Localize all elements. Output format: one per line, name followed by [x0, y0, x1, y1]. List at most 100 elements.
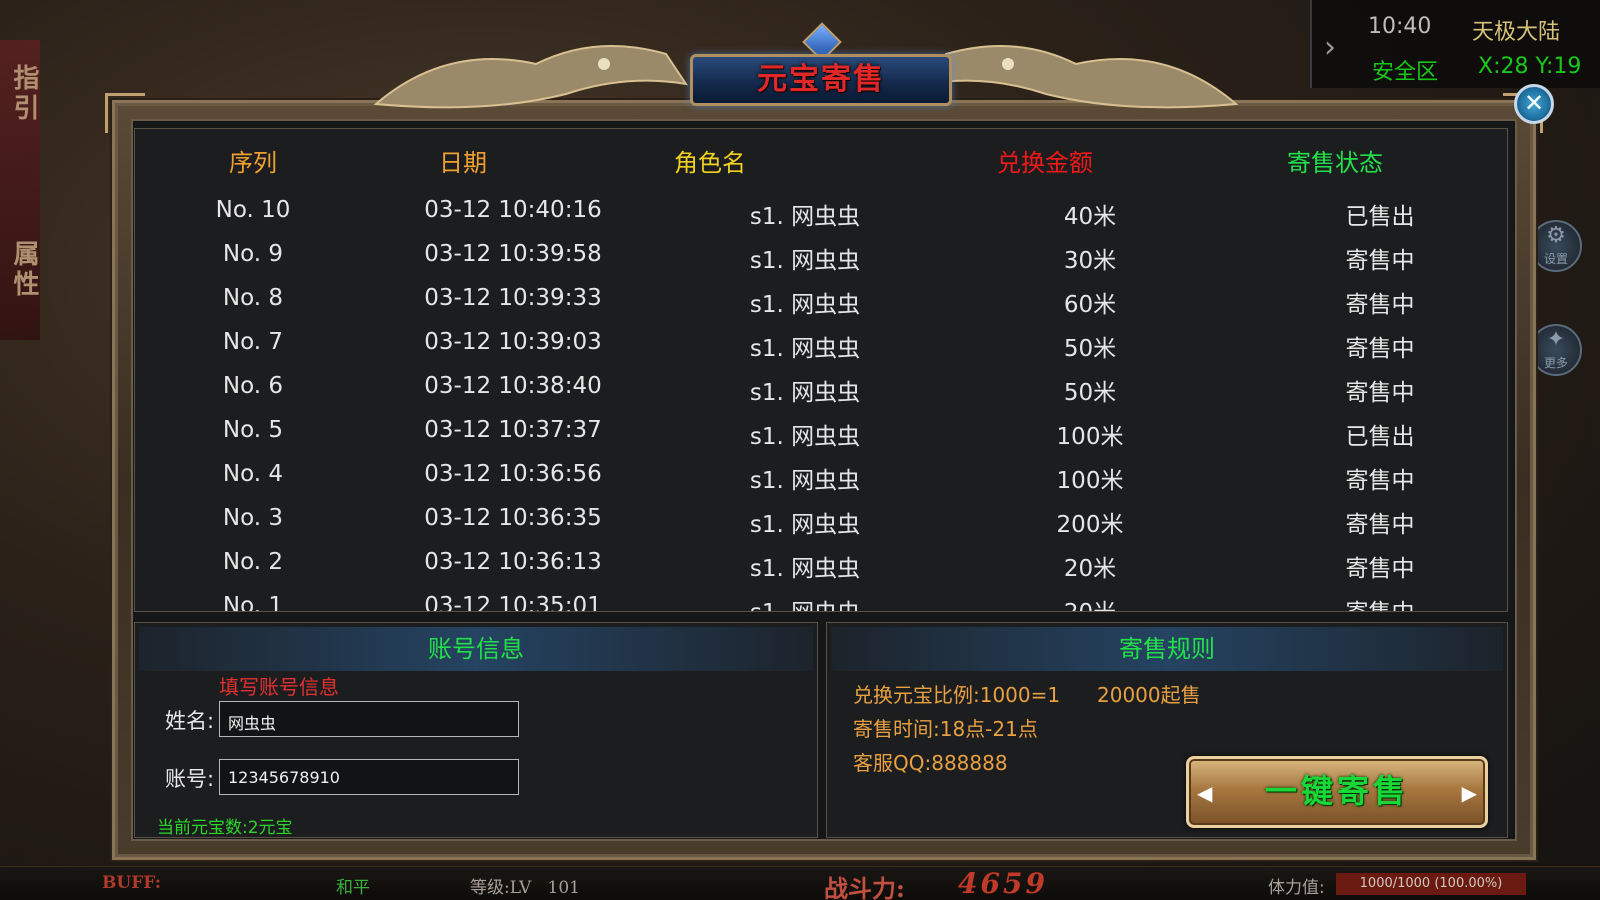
header-role: 角色名	[674, 149, 746, 177]
row-role: s1. 网虫虫	[749, 248, 861, 274]
row-status: 寄售中	[1345, 468, 1415, 494]
row-status: 寄售中	[1345, 556, 1415, 582]
dialog-title: 元宝寄售	[757, 62, 885, 97]
row-amount: 100米	[1056, 424, 1124, 450]
table-row: No. 8 03-12 10:39:33 s1. 网虫虫 60米 寄售中	[135, 279, 1507, 323]
stamina-label: 体力值:	[1268, 878, 1325, 898]
row-amount: 50米	[1063, 336, 1117, 362]
combat-power-value: 4659	[958, 867, 1048, 900]
row-status: 寄售中	[1345, 248, 1415, 274]
row-amount: 50米	[1063, 380, 1117, 406]
table-row: No. 9 03-12 10:39:58 s1. 网虫虫 30米 寄售中	[135, 235, 1507, 279]
sale-time: 寄售时间:18点-21点	[853, 717, 1038, 741]
status-bar: BUFF: 和平 等级:LV 101 战斗力: 4659 体力值: 1000/1…	[0, 866, 1600, 900]
account-panel-title: 账号信息	[139, 627, 813, 671]
row-amount: 100米	[1056, 468, 1124, 494]
close-button[interactable]: ✕	[1514, 84, 1554, 124]
row-date: 03-12 10:39:33	[424, 285, 602, 311]
header-order: 序列	[229, 149, 277, 177]
row-status: 已售出	[1345, 204, 1415, 230]
row-status: 寄售中	[1345, 336, 1415, 362]
row-order: No. 6	[222, 373, 284, 399]
row-role: s1. 网虫虫	[749, 380, 861, 406]
header-date: 日期	[439, 149, 487, 177]
row-status: 寄售中	[1275, 593, 1485, 611]
header-status: 寄售状态	[1287, 149, 1383, 177]
row-status: 寄售中	[1345, 292, 1415, 318]
row-role: s1. 网虫虫	[695, 593, 915, 611]
zone-status: 安全区	[1372, 60, 1439, 85]
one-click-sell-button[interactable]: ◀ 一键寄售 ▶	[1186, 756, 1488, 828]
table-row: No. 3 03-12 10:36:35 s1. 网虫虫 200米 寄售中	[135, 499, 1507, 543]
table-row: No. 7 03-12 10:39:03 s1. 网虫虫 50米 寄售中	[135, 323, 1507, 367]
row-status: 寄售中	[1345, 512, 1415, 538]
row-amount: 20米	[1063, 556, 1117, 582]
row-role: s1. 网虫虫	[749, 336, 861, 362]
row-order: No. 4	[222, 461, 284, 487]
row-role: s1. 网虫虫	[749, 512, 861, 538]
row-date: 03-12 10:36:13	[424, 549, 602, 575]
rules-panel-title: 寄售规则	[831, 627, 1503, 671]
account-field[interactable]: 12345678910	[219, 759, 519, 795]
left-arrow-icon: ◀	[1197, 781, 1213, 805]
pk-mode[interactable]: 和平	[336, 873, 370, 898]
consignment-table[interactable]: 序列 日期 角色名 兑换金额 寄售状态 No. 10 03-12 10:40:1…	[134, 128, 1508, 612]
ingot-balance: 当前元宝数:2元宝	[157, 818, 293, 838]
guide-tab[interactable]: 指引	[6, 64, 43, 124]
account-panel: 账号信息 填写账号信息 姓名: 网虫虫 账号: 12345678910 当前元宝…	[134, 622, 818, 838]
settings-icon[interactable]: ⚙ 设置	[1530, 220, 1582, 272]
exchange-ratio: 兑换元宝比例:1000=1	[853, 683, 1061, 707]
table-row: No. 10 03-12 10:40:16 s1. 网虫虫 40米 已售出	[135, 191, 1507, 235]
support-qq: 客服QQ:888888	[853, 751, 1008, 775]
row-status: 寄售中	[1345, 380, 1415, 406]
name-label: 姓名:	[165, 709, 215, 733]
row-order: No. 10	[215, 197, 291, 223]
name-field[interactable]: 网虫虫	[219, 701, 519, 737]
row-date: 03-12 10:37:37	[424, 417, 602, 443]
more-icon[interactable]: ✦ 更多	[1530, 324, 1582, 376]
row-amount: 60米	[1063, 292, 1117, 318]
table-row: No. 4 03-12 10:36:56 s1. 网虫虫 100米 寄售中	[135, 455, 1507, 499]
row-date: 03-12 10:39:03	[424, 329, 602, 355]
row-date: 03-12 10:35:01	[424, 593, 602, 612]
row-amount: 40米	[1063, 204, 1117, 230]
attributes-tab[interactable]: 属性	[6, 240, 43, 300]
map-name: 天极大陆	[1472, 20, 1561, 45]
row-status: 已售出	[1345, 424, 1415, 450]
row-date: 03-12 10:36:35	[424, 505, 602, 531]
row-order: No. 2	[222, 549, 284, 575]
minimap-info-panel: › 10:40 天极大陆 安全区 X:28 Y:19	[1310, 0, 1600, 88]
row-amount: 30米	[1063, 248, 1117, 274]
title-plaque: 元宝寄售	[690, 54, 952, 106]
table-row: No. 5 03-12 10:37:37 s1. 网虫虫 100米 已售出	[135, 411, 1507, 455]
row-role: s1. 网虫虫	[749, 468, 861, 494]
table-row: No. 1 03-12 10:35:01 s1. 网虫虫 20米 寄售中	[135, 587, 1507, 612]
combat-power-label: 战斗力:	[824, 874, 905, 900]
table-row: No. 6 03-12 10:38:40 s1. 网虫虫 50米 寄售中	[135, 367, 1507, 411]
account-hint: 填写账号信息	[219, 675, 339, 699]
account-label: 账号:	[165, 767, 215, 791]
row-order: No. 7	[222, 329, 284, 355]
row-date: 03-12 10:38:40	[424, 373, 602, 399]
row-role: s1. 网虫虫	[749, 204, 861, 230]
row-role: s1. 网虫虫	[749, 424, 861, 450]
row-role: s1. 网虫虫	[749, 556, 861, 582]
header-amount: 兑换金额	[997, 149, 1093, 177]
row-order: No. 9	[222, 241, 284, 267]
row-amount: 20米	[995, 593, 1185, 611]
row-order: No. 1	[222, 593, 284, 612]
row-role: s1. 网虫虫	[749, 292, 861, 318]
stamina-bar: 1000/1000 (100.00%)	[1336, 873, 1526, 895]
row-date: 03-12 10:36:56	[424, 461, 602, 487]
row-date: 03-12 10:40:16	[424, 197, 602, 223]
right-arrow-icon: ▶	[1461, 781, 1477, 805]
row-date: 03-12 10:39:58	[424, 241, 602, 267]
row-order: No. 5	[222, 417, 284, 443]
close-icon: ✕	[1523, 89, 1545, 117]
row-order: No. 8	[222, 285, 284, 311]
buff-label: BUFF:	[102, 873, 162, 893]
minimum-sale: 20000起售	[1097, 683, 1201, 707]
table-row: No. 2 03-12 10:36:13 s1. 网虫虫 20米 寄售中	[135, 543, 1507, 587]
collapse-arrow-icon[interactable]: ›	[1324, 30, 1336, 65]
row-order: No. 3	[222, 505, 284, 531]
